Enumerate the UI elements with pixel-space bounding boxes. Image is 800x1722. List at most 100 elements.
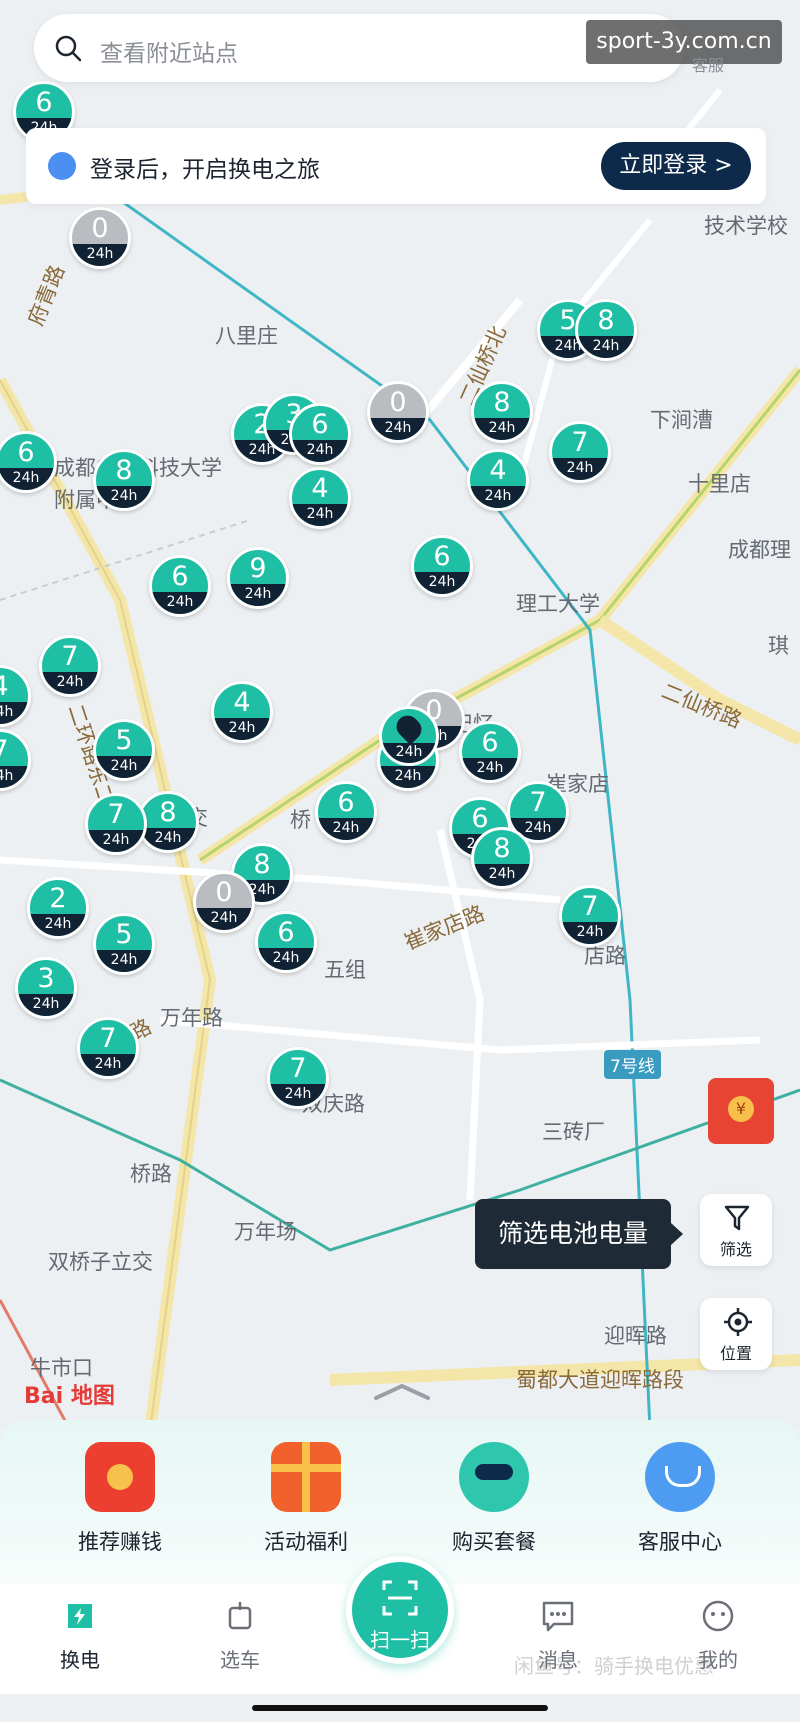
- station-pin[interactable]: 8 24h: [471, 827, 533, 889]
- station-pin[interactable]: 424h: [467, 449, 529, 511]
- station-pin[interactable]: 724h: [39, 635, 101, 697]
- station-pin[interactable]: 624h: [315, 781, 377, 843]
- station-pin[interactable]: 624h: [149, 555, 211, 617]
- station-pin[interactable]: 5 24h: [93, 913, 155, 975]
- station-battery-count: 7: [99, 1023, 117, 1054]
- station-battery-count: 6: [171, 561, 189, 592]
- station-pin[interactable]: 624h: [255, 911, 317, 973]
- map-label: 迎晖路: [604, 1324, 667, 1348]
- tab-choose-bike[interactable]: 选车: [190, 1598, 290, 1673]
- station-battery-count: 0: [91, 213, 109, 244]
- map-label: 十里店: [688, 472, 751, 496]
- station-battery-count: 7: [61, 641, 79, 672]
- station-pin[interactable]: 324h: [15, 957, 77, 1019]
- station-battery-count: 4: [233, 687, 251, 718]
- baidu-map-logo: Bai 地图: [24, 1384, 115, 1409]
- map-label: 技术学校: [704, 214, 788, 238]
- station-battery-count: 6: [277, 917, 295, 948]
- map-label: 五组: [324, 958, 366, 982]
- home-indicator: [252, 1705, 548, 1711]
- mascot-icon: [459, 1442, 529, 1512]
- target-locate-icon: [724, 1308, 752, 1336]
- station-pin[interactable]: 424h: [289, 467, 351, 529]
- station-battery-count: 7: [571, 427, 589, 458]
- map-label: 万年路: [160, 1006, 223, 1030]
- station-pin[interactable]: 8 24h: [471, 381, 533, 443]
- station-pin[interactable]: 024h: [69, 207, 131, 269]
- filter-tooltip: 筛选电池电量: [475, 1199, 683, 1269]
- station-battery-count: 8: [597, 305, 615, 336]
- station-pin[interactable]: 8 24h: [575, 299, 637, 361]
- station-battery-count: 3: [37, 963, 55, 994]
- station-pin[interactable]: 624h: [289, 403, 351, 465]
- station-pin[interactable]: 724h: [85, 793, 147, 855]
- map-label: 八里庄: [215, 324, 278, 348]
- feature-customer-service[interactable]: 客服中心: [600, 1442, 760, 1556]
- my-location-marker[interactable]: 24h: [379, 706, 439, 766]
- feature-activity-benefits[interactable]: 活动福利: [226, 1442, 386, 1556]
- map-label: 双桥子立交: [48, 1250, 153, 1274]
- top-service-label[interactable]: 客服: [692, 52, 724, 76]
- station-pin[interactable]: 9 24h: [227, 547, 289, 609]
- profile-icon: [702, 1600, 734, 1632]
- location-dot-icon: [392, 711, 426, 745]
- my-location-hours: 24h: [382, 743, 436, 763]
- station-battery-count: 0: [389, 387, 407, 418]
- search-placeholder: 查看附近站点: [100, 41, 238, 67]
- filter-funnel-icon: [724, 1205, 750, 1231]
- station-battery-count: 6: [35, 87, 53, 118]
- map-label: 理工大学: [516, 592, 600, 616]
- station-pin[interactable]: 724h: [559, 885, 621, 947]
- station-battery-count: 8: [115, 455, 133, 486]
- map-view[interactable]: 八里庄 成都电子科技大学 附属中学 下涧漕 十里店 成都理 理工大学 技术学校 …: [0, 0, 800, 1430]
- station-battery-count: 7: [0, 736, 28, 766]
- station-battery-count: 5: [115, 725, 133, 756]
- metro-line-label: 7号线: [604, 1050, 661, 1079]
- station-battery-count: 9: [249, 553, 267, 584]
- locate-label: 位置: [719, 1344, 752, 1363]
- tab-label: 选车: [220, 1648, 260, 1672]
- feature-label: 购买套餐: [452, 1530, 536, 1554]
- message-icon: [542, 1601, 574, 1632]
- station-pin[interactable]: 424h: [211, 681, 273, 743]
- battery-swap-icon: [68, 1604, 92, 1628]
- station-battery-count: 7: [289, 1053, 307, 1084]
- station-pin[interactable]: 624h: [411, 535, 473, 597]
- station-battery-count: 8: [159, 797, 177, 828]
- station-pin[interactable]: 2 24h: [27, 877, 89, 939]
- station-battery-count: 6: [337, 787, 355, 818]
- map-label: 桥路: [130, 1162, 172, 1186]
- red-envelope-float-button[interactable]: ¥: [708, 1078, 774, 1144]
- scan-label: 扫一扫: [370, 1628, 430, 1652]
- gift-box-icon: [271, 1442, 341, 1512]
- scan-button[interactable]: 扫一扫: [346, 1556, 454, 1664]
- map-label: 三砖厂: [542, 1120, 605, 1144]
- station-pin[interactable]: 624h: [459, 721, 521, 783]
- station-pin[interactable]: 5 24h: [93, 719, 155, 781]
- search-icon: [55, 35, 82, 62]
- feature-refer-earn[interactable]: 推荐赚钱: [40, 1442, 200, 1556]
- station-pin[interactable]: 024h: [193, 871, 255, 933]
- station-pin[interactable]: 724h: [549, 421, 611, 483]
- station-pin[interactable]: 024h: [367, 381, 429, 443]
- station-battery-count: 0: [215, 877, 233, 908]
- locate-button[interactable]: 位置: [700, 1298, 772, 1370]
- station-pin[interactable]: 724h: [267, 1047, 329, 1109]
- map-label: 下涧漕: [650, 408, 713, 432]
- chevron-up-icon[interactable]: [372, 1382, 432, 1402]
- headset-icon: [645, 1442, 715, 1512]
- station-battery-count: 4: [311, 473, 329, 504]
- station-battery-count: 8: [253, 849, 271, 880]
- station-pin[interactable]: 8 24h: [93, 449, 155, 511]
- feature-label: 活动福利: [264, 1530, 348, 1554]
- filter-button[interactable]: 筛选: [700, 1194, 772, 1266]
- feature-buy-package[interactable]: 购买套餐: [414, 1442, 574, 1556]
- road-label: 蜀都大道迎晖路段: [516, 1368, 684, 1392]
- map-label: 桥: [290, 808, 311, 832]
- login-button[interactable]: 立即登录 >: [601, 142, 751, 190]
- station-pin[interactable]: 724h: [77, 1017, 139, 1079]
- tab-swap[interactable]: 换电: [30, 1598, 130, 1673]
- station-battery-count: 7: [529, 787, 547, 818]
- map-label: 成都理: [728, 538, 791, 562]
- site-watermark: sport-3y.com.cn: [586, 20, 782, 64]
